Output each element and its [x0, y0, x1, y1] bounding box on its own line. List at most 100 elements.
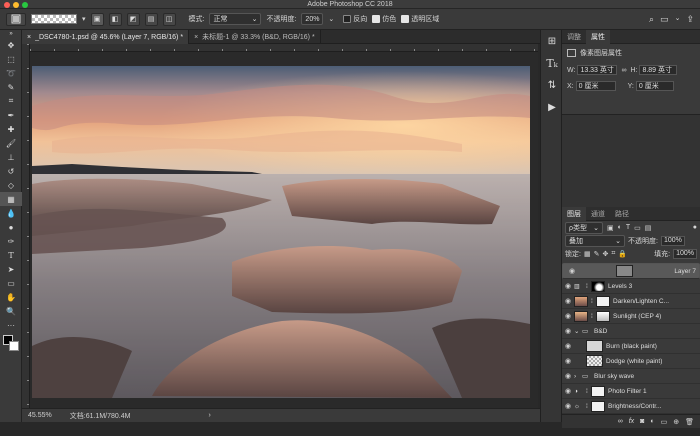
blur-tool-icon[interactable]: 💧: [0, 206, 22, 220]
gradient-swatch[interactable]: [31, 14, 77, 24]
shape-tool-icon[interactable]: ▭: [0, 276, 22, 290]
height-field[interactable]: 8.89 英寸: [639, 65, 678, 75]
chevron-down-icon[interactable]: ⌄: [675, 14, 681, 25]
radial-gradient-button[interactable]: ◧: [108, 12, 122, 26]
y-field[interactable]: 0 厘米: [635, 81, 674, 91]
search-icon[interactable]: ⌕: [649, 14, 654, 25]
diamond-gradient-button[interactable]: ◫: [162, 12, 176, 26]
collapse-icon[interactable]: »: [0, 30, 22, 38]
lock-pixels-icon[interactable]: ✎: [594, 250, 600, 258]
pen-tool-icon[interactable]: ✑: [0, 234, 22, 248]
lock-position-icon[interactable]: ✥: [602, 250, 608, 258]
chevron-down-icon[interactable]: ⌄: [574, 327, 582, 335]
zoom-tool-icon[interactable]: 🔍: [0, 304, 22, 318]
visibility-eye-icon[interactable]: ◉: [562, 297, 574, 305]
share-icon[interactable]: ⇪: [686, 14, 694, 25]
visibility-eye-icon[interactable]: ◉: [562, 357, 574, 365]
mode-select[interactable]: 正常 ⌄: [209, 13, 262, 25]
tab-paths[interactable]: 路径: [610, 207, 634, 221]
visibility-eye-icon[interactable]: ◉: [562, 372, 574, 380]
gradient-tool-icon[interactable]: ▦: [0, 192, 22, 206]
filter-smart-icon[interactable]: ▤: [645, 224, 652, 232]
opacity-input[interactable]: 20%: [301, 13, 324, 25]
visibility-eye-icon[interactable]: ◉: [566, 267, 578, 275]
move-tool-icon[interactable]: ✥: [0, 38, 22, 52]
history-icon[interactable]: ⊞: [541, 30, 563, 52]
crop-tool-icon[interactable]: ⌗: [0, 94, 22, 108]
visibility-eye-icon[interactable]: ◉: [562, 387, 574, 395]
visibility-eye-icon[interactable]: ◉: [562, 402, 574, 410]
tab-document-2[interactable]: × 未标题-1 @ 33.3% (B&D, RGB/16) *: [189, 30, 321, 44]
chevron-down-icon[interactable]: ▾: [82, 15, 86, 23]
tab-document-1[interactable]: × _DSC4780-1.psd @ 45.6% (Layer 7, RGB/1…: [22, 30, 190, 44]
history-brush-icon[interactable]: ↺: [0, 164, 22, 178]
lasso-tool-icon[interactable]: ➰: [0, 66, 22, 80]
close-icon[interactable]: ×: [27, 34, 31, 41]
tab-adjustments[interactable]: 调整: [562, 30, 586, 44]
transparency-checkbox[interactable]: 透明区域: [401, 14, 439, 24]
tab-properties[interactable]: 属性: [586, 30, 610, 44]
type-tool-icon[interactable]: T: [0, 248, 22, 262]
layer-row[interactable]: ◉ Burn (black paint): [562, 339, 700, 354]
chevron-right-icon[interactable]: ›: [208, 412, 210, 419]
layer-group-row[interactable]: ◉ ⌄ ▭ B&D: [562, 324, 700, 339]
character-icon[interactable]: Tₖ: [541, 52, 563, 74]
layer-filter-select[interactable]: ρ类型 ⌄: [565, 221, 603, 234]
lock-all-icon[interactable]: 🔒: [618, 250, 627, 258]
layer-row[interactable]: ◉ Dodge (white paint): [562, 354, 700, 369]
document-size[interactable]: 文档:61.1M/780.4M: [70, 411, 131, 421]
dodge-tool-icon[interactable]: ●: [0, 220, 22, 234]
filter-pixel-icon[interactable]: ▣: [607, 224, 614, 232]
tool-preset-picker[interactable]: [6, 12, 26, 26]
width-field[interactable]: 13.33 英寸: [577, 65, 618, 75]
hand-tool-icon[interactable]: ✋: [0, 290, 22, 304]
reflected-gradient-button[interactable]: ▤: [144, 12, 158, 26]
visibility-eye-icon[interactable]: ◉: [562, 342, 574, 350]
filter-type-icon[interactable]: T: [626, 224, 630, 231]
chevron-down-icon[interactable]: ⌄: [328, 15, 334, 23]
layer-row[interactable]: ◉ ▥ ⁞ Levels 3: [562, 279, 700, 294]
healing-brush-icon[interactable]: ✚: [0, 122, 22, 136]
reverse-checkbox[interactable]: 反向: [343, 14, 367, 24]
clone-stamp-icon[interactable]: ⊥: [0, 150, 22, 164]
linear-gradient-button[interactable]: ▣: [90, 12, 104, 26]
layer-row[interactable]: ◉ ⁞ Darken/Lighten C...: [562, 294, 700, 309]
workspace-icon[interactable]: ▭: [660, 14, 669, 25]
lock-transparent-icon[interactable]: ▦: [584, 250, 591, 258]
path-select-icon[interactable]: ➤: [0, 262, 22, 276]
filter-toggle-icon[interactable]: ●: [693, 224, 697, 231]
layer-group-row[interactable]: ◉ › ▭ Blur sky wave: [562, 369, 700, 384]
blend-mode-select[interactable]: 叠加 ⌄: [565, 234, 625, 247]
layer-opacity-field[interactable]: 100%: [660, 235, 685, 246]
actions-icon[interactable]: ⇅: [541, 74, 563, 96]
layer-row[interactable]: ◉ ⁞ Sunlight (CEP 4): [562, 309, 700, 324]
visibility-eye-icon[interactable]: ◉: [562, 327, 574, 335]
filter-shape-icon[interactable]: ▭: [634, 224, 641, 232]
document-canvas-image[interactable]: [32, 66, 530, 398]
eraser-icon[interactable]: ◇: [0, 178, 22, 192]
more-tools-icon[interactable]: ···: [0, 318, 22, 332]
close-icon[interactable]: ×: [194, 34, 198, 41]
filter-adjust-icon[interactable]: ◐: [618, 224, 622, 231]
layer-row[interactable]: ◉ Layer 7: [562, 263, 700, 279]
marquee-tool-icon[interactable]: ⬚: [0, 52, 22, 66]
eyedropper-icon[interactable]: ✒: [0, 108, 22, 122]
visibility-eye-icon[interactable]: ◉: [562, 312, 574, 320]
lock-artboard-icon[interactable]: ⌗: [611, 250, 615, 258]
background-color[interactable]: [9, 341, 19, 351]
zoom-level[interactable]: 45.55%: [28, 412, 52, 419]
dither-checkbox[interactable]: 仿色: [372, 14, 396, 24]
play-icon[interactable]: ▶: [541, 96, 563, 118]
tab-layers[interactable]: 图层: [562, 207, 586, 221]
chevron-right-icon[interactable]: ›: [574, 373, 582, 380]
fill-field[interactable]: 100%: [673, 248, 697, 259]
layer-row[interactable]: ◉ ◑ ⁞ Photo Filter 1: [562, 384, 700, 399]
color-swatches[interactable]: [0, 332, 21, 354]
brush-tool-icon[interactable]: 🖌: [0, 136, 22, 150]
quick-select-icon[interactable]: ✎: [0, 80, 22, 94]
tab-channels[interactable]: 通道: [586, 207, 610, 221]
angle-gradient-button[interactable]: ◩: [126, 12, 140, 26]
visibility-eye-icon[interactable]: ◉: [562, 282, 574, 290]
x-field[interactable]: 0 厘米: [575, 81, 616, 91]
layer-row[interactable]: ◉ ☼ ⁞ Brightness/Contr...: [562, 399, 700, 414]
